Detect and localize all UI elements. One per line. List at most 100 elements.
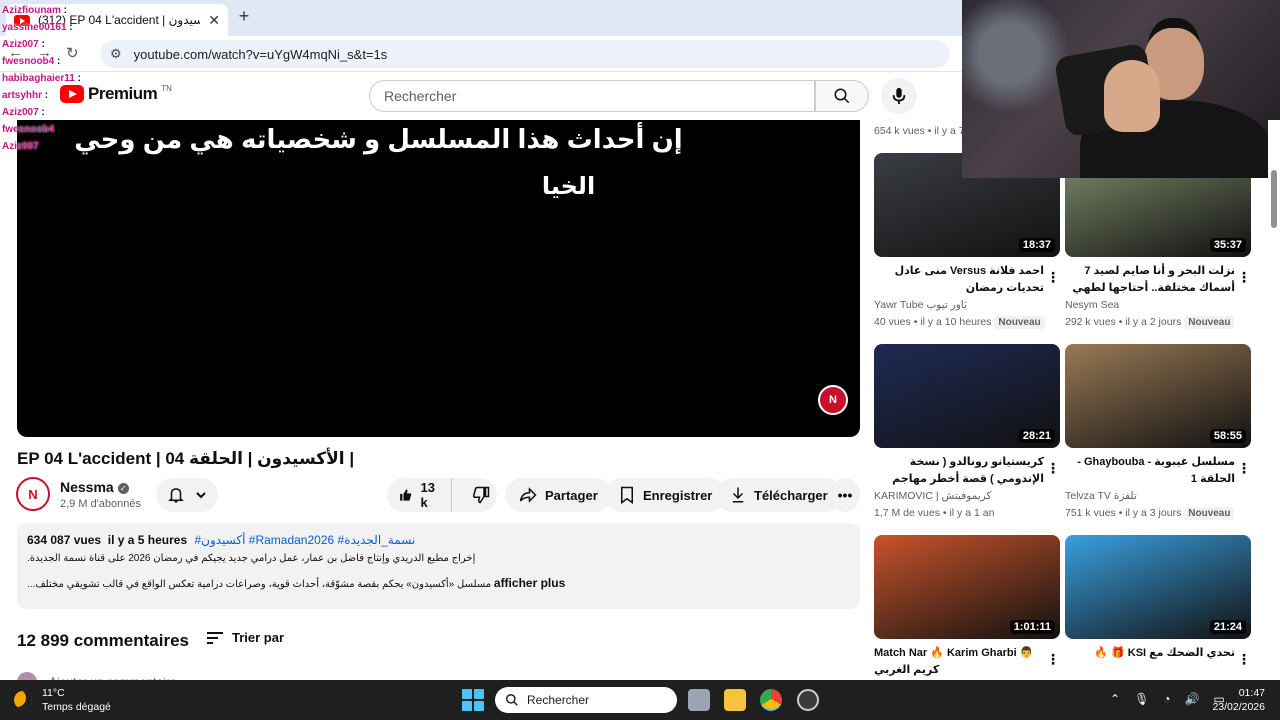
dislike-button[interactable] <box>460 486 502 504</box>
taskbar-search[interactable]: Rechercher <box>495 687 677 713</box>
chat-text: : <box>74 73 81 84</box>
video-card-meta: 292 k vues • il y a 2 jours Nouveau <box>1065 314 1251 331</box>
video-card-channel[interactable]: Yawr Tube يَاور تيوب <box>874 297 1060 314</box>
related-video-card[interactable]: 58:55 ⋮ مسلسل غيبوبة - Ghaybouba - الحلقة … <box>1065 344 1251 522</box>
video-card-title[interactable]: تحدي الضحك مع KSI 🎁 🔥 <box>1065 645 1251 679</box>
video-player[interactable]: إن أحداث هذا المسلسل و شخصياته هي من وحي… <box>17 120 860 437</box>
start-button[interactable] <box>462 689 484 711</box>
video-menu-icon[interactable]: ⋮ <box>1046 460 1060 477</box>
description-box[interactable]: 634 087 vues il y a 5 heures #أكسيدون #R… <box>17 523 860 609</box>
video-card-title[interactable]: Match Nar 🔥 Karim Gharbi 👨 كريم الغربي <box>874 645 1060 679</box>
microphone-icon[interactable]: 🎙 <box>1134 692 1149 706</box>
video-menu-icon[interactable]: ⋮ <box>1046 651 1060 668</box>
chat-username: fwesnoob4 <box>2 56 55 67</box>
microphone-icon <box>892 87 906 105</box>
video-thumbnail[interactable]: 28:21 <box>874 344 1060 448</box>
chat-message: habibaghaier11 : <box>2 70 122 87</box>
search-icon <box>834 88 850 104</box>
chat-text: : <box>54 56 61 67</box>
clock-time: 01:47 <box>1238 687 1265 699</box>
video-menu-icon[interactable]: ⋮ <box>1046 269 1060 286</box>
bell-icon <box>168 488 184 503</box>
sort-comments-button[interactable]: Trier par <box>206 630 284 645</box>
video-card-stats: 1,7 M de vues • il y a 1 an <box>874 507 995 519</box>
save-label: Enregistrer <box>643 487 713 503</box>
share-button[interactable]: Partager <box>505 478 612 512</box>
channel-name[interactable]: Nessma ✓ <box>60 479 129 495</box>
chat-message: Aziz007 : <box>2 36 122 53</box>
chat-username: fwesnoob4 <box>2 124 55 135</box>
video-card-channel[interactable]: Nesym Sea <box>1065 297 1251 314</box>
chat-text: : <box>54 124 61 135</box>
related-video-card[interactable]: 28:21 ⋮ كريستيانو رونالدو ( نسخة الإندومي … <box>874 344 1060 522</box>
logo-country: TN <box>161 83 172 93</box>
chrome-icon[interactable] <box>760 689 782 711</box>
weather-condition: Temps dégagé <box>42 701 111 713</box>
more-actions-button[interactable]: ••• <box>830 478 860 512</box>
view-count: 634 087 vues <box>27 533 102 547</box>
video-card-meta: 751 k vues • il y a 3 jours Nouveau <box>1065 505 1251 522</box>
chat-message: fwesnoob4 : <box>2 53 122 70</box>
download-label: Télécharger <box>754 487 828 503</box>
related-video-card[interactable]: 1:01:11 ⋮ Match Nar 🔥 Karim Gharbi 👨 كريم … <box>874 535 1060 679</box>
file-explorer-icon[interactable] <box>724 689 746 711</box>
system-clock[interactable]: 01:47 23/02/2026 <box>1205 686 1265 714</box>
scrollbar-thumb[interactable] <box>1271 170 1277 228</box>
video-duration: 21:24 <box>1209 620 1246 634</box>
video-card-channel[interactable]: Telvza TV تلفزة <box>1065 488 1251 505</box>
video-card-title[interactable]: مسلسل غيبوبة - Ghaybouba - الحلقة 1 <box>1065 454 1251 488</box>
channel-name-text: Nessma <box>60 479 114 495</box>
new-tab-button[interactable]: + <box>234 6 254 27</box>
video-card-title[interactable]: كريستيانو رونالدو ( نسخة الإندومي ) قصة … <box>874 454 1060 488</box>
volume-icon[interactable]: 🔊 <box>1185 692 1200 706</box>
save-button[interactable]: Enregistrer <box>605 478 727 512</box>
search-button[interactable] <box>815 80 869 112</box>
video-menu-icon[interactable]: ⋮ <box>1237 460 1251 477</box>
download-button[interactable]: Télécharger <box>716 478 842 512</box>
webcam-overlay <box>962 0 1280 178</box>
chevron-up-icon[interactable]: ⌃ <box>1110 692 1120 706</box>
chat-message: Azizfiounam : <box>2 2 122 19</box>
video-card-channel[interactable]: KARIMOVIC | كريموفيتش <box>874 488 1060 505</box>
video-thumbnail[interactable]: 21:24 <box>1065 535 1251 639</box>
video-thumbnail[interactable]: 58:55 <box>1065 344 1251 448</box>
chat-username: Aziz007 <box>2 141 39 152</box>
new-badge: Nouveau <box>1184 507 1235 520</box>
description-line-2-text: مسلسل «أكسيدون» يحكم بقصة مشوّقة، أحداث … <box>27 579 492 590</box>
related-video-card[interactable]: 18:37 ⋮ احمد فلانة Versus منى عادل تحديات … <box>874 153 1060 331</box>
url-field[interactable]: ⚙ youtube.com/watch?v=uYgW4mqNi_s&t=1s <box>100 40 950 68</box>
related-video-card[interactable]: 35:37 ⋮ نزلت البحر و أنا صايم لصيد 7 أسماك… <box>1065 153 1251 331</box>
hashtags[interactable]: #أكسيدون #Ramadan2026 #نسمة_الجديدة <box>194 533 415 547</box>
related-video-card[interactable]: 21:24⋮تحدي الضحك مع KSI 🎁 🔥AboFlah et KS… <box>1065 535 1251 696</box>
chat-text: : <box>38 39 45 50</box>
weather-widget[interactable]: 11°C Temps dégagé <box>14 686 111 714</box>
clock-date: 23/02/2026 <box>1212 701 1265 713</box>
start-tile-icon <box>462 701 472 711</box>
share-label: Partager <box>545 487 598 503</box>
video-card-title[interactable]: نزلت البحر و أنا صايم لصيد 7 أسماك مختلف… <box>1065 263 1251 297</box>
notifications-button[interactable] <box>156 478 218 512</box>
video-menu-icon[interactable]: ⋮ <box>1237 651 1251 668</box>
wifi-icon[interactable]: ◔ <box>1163 692 1170 706</box>
like-button[interactable]: 13 k <box>387 478 453 512</box>
chat-message: yassine00161 : <box>2 19 122 36</box>
video-menu-icon[interactable]: ⋮ <box>1237 269 1251 286</box>
chat-text: : <box>60 5 67 16</box>
taskbar-search-placeholder: Rechercher <box>527 693 590 707</box>
video-card-title[interactable]: احمد فلانة Versus منى عادل تحديات رمضان <box>874 263 1060 297</box>
video-subtitle-line-2: الخيا <box>541 173 596 200</box>
chat-text: : <box>38 107 45 118</box>
new-badge: Nouveau <box>1184 316 1235 329</box>
show-more-link[interactable]: afficher plus <box>494 576 565 590</box>
video-subtitle-line-1: إن أحداث هذا المسلسل و شخصياته هي من وحي <box>74 124 683 154</box>
obs-icon[interactable] <box>797 689 819 711</box>
chat-message: Aziz007 : <box>2 138 122 155</box>
channel-avatar[interactable]: N <box>16 477 50 511</box>
voice-search-button[interactable] <box>881 78 917 114</box>
description-meta: 634 087 vues il y a 5 heures #أكسيدون #R… <box>27 533 850 547</box>
close-tab-icon[interactable]: ✕ <box>208 12 220 29</box>
search-input[interactable]: Rechercher <box>369 80 815 112</box>
sidebar-top-meta: 654 k vues • il y a 7 <box>874 125 965 137</box>
video-thumbnail[interactable]: 1:01:11 <box>874 535 1060 639</box>
task-view-icon[interactable] <box>688 689 710 711</box>
